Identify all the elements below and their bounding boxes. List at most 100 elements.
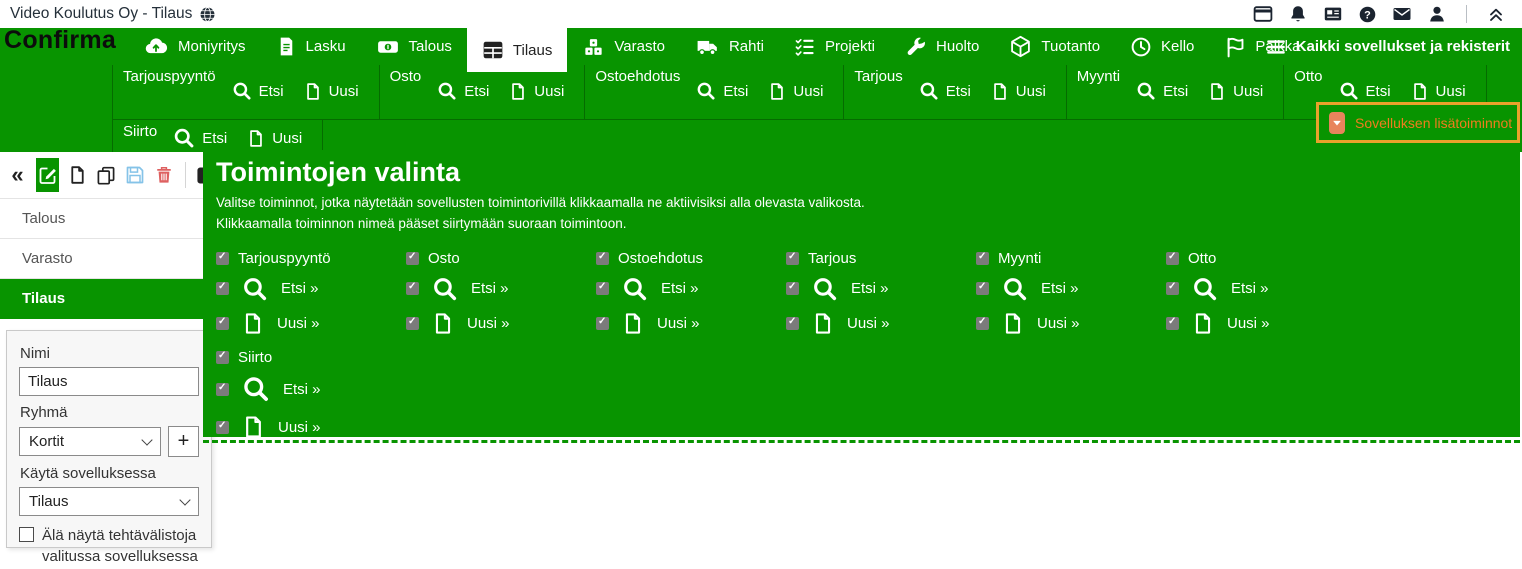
- nav-item-moniyritys[interactable]: Moniyritys: [128, 28, 261, 65]
- group-actions: Etsi Uusi: [1339, 81, 1466, 101]
- checkbox[interactable]: [216, 421, 229, 434]
- etsi-link[interactable]: Etsi »: [1166, 271, 1356, 306]
- help-icon[interactable]: [1358, 5, 1377, 24]
- uusi-button[interactable]: Uusi: [768, 82, 823, 101]
- news-icon[interactable]: [1323, 4, 1343, 24]
- collapse-left-icon[interactable]: «: [8, 160, 27, 190]
- checkbox[interactable]: [976, 252, 989, 265]
- checkbox[interactable]: [1166, 252, 1179, 265]
- search-icon: [242, 375, 270, 403]
- checkbox[interactable]: [596, 252, 609, 265]
- nav-item-label: Varasto: [614, 38, 665, 55]
- app-logo[interactable]: Confirma: [4, 26, 116, 55]
- checkbox[interactable]: [786, 317, 799, 330]
- checkbox[interactable]: [406, 282, 419, 295]
- checkbox[interactable]: [976, 282, 989, 295]
- checkbox[interactable]: [976, 317, 989, 330]
- uusi-button[interactable]: Uusi: [1411, 82, 1466, 101]
- collapse-up-icon[interactable]: [1486, 4, 1506, 24]
- column-header[interactable]: Myynti: [998, 250, 1041, 267]
- etsi-link[interactable]: Etsi »: [216, 370, 1520, 408]
- uusi-link[interactable]: Uusi »: [596, 306, 786, 341]
- uusi-button[interactable]: Uusi: [304, 82, 359, 101]
- checkbox[interactable]: [1166, 317, 1179, 330]
- checkbox[interactable]: [786, 252, 799, 265]
- document-icon: [1411, 82, 1429, 101]
- ryhma-select[interactable]: Kortit: [19, 427, 161, 456]
- app-extra-functions-button[interactable]: Sovelluksen lisätoiminnot: [1316, 102, 1520, 143]
- checkbox[interactable]: [406, 252, 419, 265]
- checkbox[interactable]: [596, 317, 609, 330]
- mail-icon[interactable]: [1392, 4, 1412, 24]
- function-column-tarjous: Tarjous Etsi » Uusi »: [786, 245, 976, 341]
- column-header[interactable]: Ostoehdotus: [618, 250, 703, 267]
- list-item-talous[interactable]: Talous: [0, 199, 218, 239]
- etsi-link[interactable]: Etsi »: [216, 271, 406, 306]
- save-icon[interactable]: [125, 160, 145, 190]
- nav-item-talous[interactable]: Talous: [361, 28, 467, 65]
- ribbon-group-siirto: Siirto Etsi Uusi: [112, 120, 323, 152]
- etsi-link[interactable]: Etsi »: [596, 271, 786, 306]
- nav-item-huolto[interactable]: Huolto: [890, 28, 994, 65]
- etsi-button[interactable]: Etsi: [696, 81, 748, 101]
- copy-icon[interactable]: [96, 160, 116, 190]
- bell-icon[interactable]: [1288, 4, 1308, 24]
- etsi-button[interactable]: Etsi: [1339, 81, 1391, 101]
- uusi-link[interactable]: Uusi »: [216, 408, 1520, 437]
- nav-item-projekti[interactable]: Projekti: [779, 28, 890, 65]
- etsi-button[interactable]: Etsi: [437, 81, 489, 101]
- uusi-link[interactable]: Uusi »: [406, 306, 596, 341]
- all-apps-button[interactable]: Kaikki sovellukset ja rekisterit: [1265, 28, 1510, 65]
- uusi-label: Uusi: [1016, 83, 1046, 100]
- etsi-button[interactable]: Etsi: [919, 81, 971, 101]
- checkbox[interactable]: [786, 282, 799, 295]
- etsi-button[interactable]: Etsi: [1136, 81, 1188, 101]
- nav-item-label: Projekti: [825, 38, 875, 55]
- checkbox[interactable]: [216, 383, 229, 396]
- menu-icon: [1265, 36, 1287, 58]
- nav-item-label: Rahti: [729, 38, 764, 55]
- user-icon[interactable]: [1427, 4, 1447, 24]
- uusi-button[interactable]: Uusi: [991, 82, 1046, 101]
- column-header[interactable]: Osto: [428, 250, 460, 267]
- window-icon[interactable]: [1253, 4, 1273, 24]
- column-header[interactable]: Tarjous: [808, 250, 856, 267]
- uusi-link[interactable]: Uusi »: [1166, 306, 1356, 341]
- new-document-icon[interactable]: [68, 160, 87, 190]
- add-group-button[interactable]: +: [168, 426, 199, 457]
- uusi-link[interactable]: Uusi »: [216, 306, 406, 341]
- nav-item-rahti[interactable]: Rahti: [680, 28, 779, 65]
- column-header[interactable]: Tarjouspyyntö: [238, 250, 331, 267]
- uusi-button[interactable]: Uusi: [247, 129, 302, 148]
- column-header[interactable]: Siirto: [238, 349, 272, 366]
- checkbox[interactable]: [596, 282, 609, 295]
- checkbox[interactable]: [216, 317, 229, 330]
- uusi-button[interactable]: Uusi: [509, 82, 564, 101]
- list-item-tilaus[interactable]: Tilaus: [0, 279, 218, 319]
- delete-icon[interactable]: [154, 160, 174, 190]
- nav-item-tuotanto[interactable]: Tuotanto: [994, 28, 1115, 65]
- uusi-button[interactable]: Uusi: [1208, 82, 1263, 101]
- etsi-button[interactable]: Etsi: [232, 81, 284, 101]
- edit-icon[interactable]: [36, 158, 59, 192]
- etsi-link[interactable]: Etsi »: [406, 271, 596, 306]
- checkbox[interactable]: [216, 252, 229, 265]
- list-item-varasto[interactable]: Varasto: [0, 239, 218, 279]
- checkbox[interactable]: [1166, 282, 1179, 295]
- etsi-button[interactable]: Etsi: [173, 127, 227, 149]
- checkbox[interactable]: [216, 351, 229, 364]
- checkbox[interactable]: [406, 317, 419, 330]
- uusi-link[interactable]: Uusi »: [976, 306, 1166, 341]
- nav-item-lasku[interactable]: Lasku: [261, 28, 361, 65]
- column-header[interactable]: Otto: [1188, 250, 1216, 267]
- etsi-link[interactable]: Etsi »: [786, 271, 976, 306]
- etsi-link[interactable]: Etsi »: [976, 271, 1166, 306]
- nimi-field[interactable]: [19, 367, 199, 396]
- checkbox[interactable]: [19, 527, 34, 542]
- checkbox[interactable]: [216, 282, 229, 295]
- kayta-select[interactable]: Tilaus: [19, 487, 199, 516]
- uusi-link[interactable]: Uusi »: [786, 306, 976, 341]
- nav-item-kello[interactable]: Kello: [1115, 28, 1209, 65]
- nav-item-varasto[interactable]: Varasto: [567, 28, 680, 65]
- nav-item-tilaus[interactable]: Tilaus: [467, 28, 567, 72]
